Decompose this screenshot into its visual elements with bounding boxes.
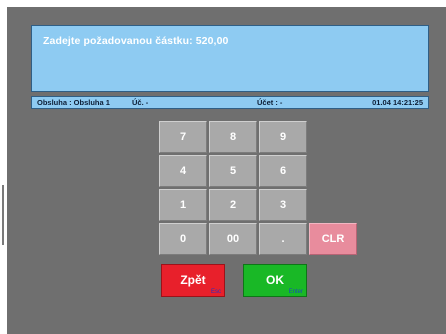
operator-label: Obsluha : Obsluha 1: [37, 98, 110, 107]
amount-prompt: Zadejte požadovanou částku: 520,00: [43, 35, 229, 47]
key-6[interactable]: 6: [259, 155, 307, 187]
datetime-label: 01.04 14:21:25: [372, 98, 423, 107]
clear-button[interactable]: CLR: [309, 223, 357, 255]
key-0[interactable]: 0: [159, 223, 207, 255]
key-1[interactable]: 1: [159, 189, 207, 221]
key-7[interactable]: 7: [159, 121, 207, 153]
key-00[interactable]: 00: [209, 223, 257, 255]
back-shortcut-hint: Esc: [210, 289, 221, 295]
key-9[interactable]: 9: [259, 121, 307, 153]
key-5[interactable]: 5: [209, 155, 257, 187]
key-decimal[interactable]: .: [259, 223, 307, 255]
uc-label: Úč. -: [132, 98, 149, 107]
key-8[interactable]: 8: [209, 121, 257, 153]
edge-mark: [2, 185, 4, 245]
ok-label: OK: [266, 273, 284, 287]
amount-display: Zadejte požadovanou částku: 520,00: [31, 25, 429, 92]
key-2[interactable]: 2: [209, 189, 257, 221]
window-edge: [0, 0, 7, 334]
account-label: Účet : -: [257, 98, 283, 107]
ok-button[interactable]: OK Enter: [243, 264, 307, 297]
key-3[interactable]: 3: [259, 189, 307, 221]
back-button[interactable]: Zpět Esc: [161, 264, 225, 297]
key-4[interactable]: 4: [159, 155, 207, 187]
ok-shortcut-hint: Enter: [288, 289, 303, 295]
status-bar: Obsluha : Obsluha 1 Úč. - Účet : - 01.04…: [31, 96, 429, 109]
back-label: Zpět: [180, 273, 206, 287]
